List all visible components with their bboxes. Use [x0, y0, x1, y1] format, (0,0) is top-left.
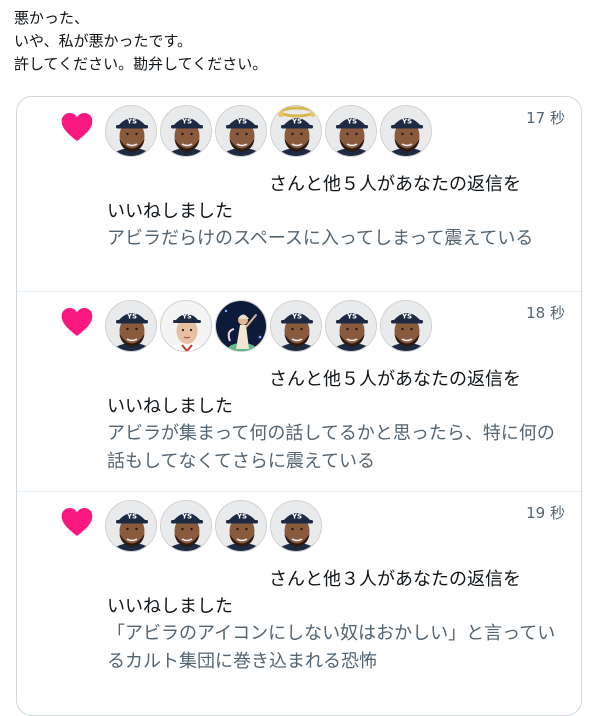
svg-text:YS: YS	[291, 513, 302, 521]
notification-summary: さんと他５人があなたの返信を	[269, 369, 521, 390]
avatar[interactable]: YS	[380, 300, 432, 352]
young-player-avatar-image: YS	[161, 301, 211, 351]
avatar[interactable]: YS	[215, 500, 267, 552]
svg-text:YS: YS	[236, 118, 247, 126]
tweet-line: 許してください。勘弁してください。	[14, 55, 268, 73]
avatar[interactable]: YS	[105, 300, 157, 352]
tweet-line: 悪かった、	[14, 9, 90, 27]
quoted-reply-text[interactable]: アビラが集まって何の話してるかと思ったら、特に何の話もしてなくてさらに震えている	[107, 420, 567, 476]
notification-action: いいねしました	[107, 596, 233, 617]
avatar[interactable]: YS	[160, 105, 212, 157]
avila-gold-halo-avatar-image: YS	[271, 106, 321, 156]
avila-avatar-image: YS	[161, 501, 211, 551]
avila-avatar-image: YS	[106, 501, 156, 551]
avatar[interactable]: YS	[270, 105, 322, 157]
notification-summary: さんと他３人があなたの返信を	[269, 569, 521, 590]
avila-avatar-image: YS	[326, 301, 376, 351]
avatar[interactable]: YS	[215, 105, 267, 157]
avila-avatar-image: YS	[106, 106, 156, 156]
avila-avatar-image: YS	[381, 301, 431, 351]
avatar[interactable]: YS	[105, 105, 157, 157]
avila-avatar-image: YS	[216, 501, 266, 551]
avatar[interactable]: YS	[325, 105, 377, 157]
avila-avatar-image: YS	[381, 106, 431, 156]
avila-avatar-image: YS	[271, 301, 321, 351]
svg-text:YS: YS	[126, 313, 137, 321]
heart-icon	[61, 113, 93, 141]
avila-avatar-image: YS	[106, 301, 156, 351]
timestamp: 19 秒	[526, 504, 565, 522]
avatar[interactable]: YS	[325, 300, 377, 352]
tweet-line: いや、私が悪かったです。	[14, 32, 193, 50]
avatar-row: YS YS YS	[105, 500, 322, 552]
avatar[interactable]	[215, 300, 267, 352]
avatar[interactable]: YS	[270, 300, 322, 352]
avatar-row: YS YS YS	[105, 105, 432, 157]
svg-text:YS: YS	[401, 313, 412, 321]
avila-avatar-image: YS	[216, 106, 266, 156]
avila-avatar-image: YS	[326, 106, 376, 156]
quoted-reply-text[interactable]: アビラだらけのスペースに入ってしまって震えている	[107, 225, 567, 253]
notification-summary: さんと他５人があなたの返信を	[269, 174, 521, 195]
avatar[interactable]: YS	[160, 300, 212, 352]
svg-text:YS: YS	[346, 118, 357, 126]
notification-action: いいねしました	[107, 396, 233, 417]
svg-text:YS: YS	[291, 118, 302, 126]
svg-text:YS: YS	[236, 513, 247, 521]
timestamp: 18 秒	[526, 304, 565, 322]
timestamp: 17 秒	[526, 109, 565, 127]
like-notification[interactable]: YS YS YS	[17, 491, 581, 715]
avila-avatar-image: YS	[161, 106, 211, 156]
tweet-text: 悪かった、 いや、私が悪かったです。 許してください。勘弁してください。	[14, 7, 267, 76]
like-notification[interactable]: YS YS YS	[17, 97, 581, 291]
notification-action: いいねしました	[107, 201, 233, 222]
stage-performer-avatar-image	[216, 301, 266, 351]
svg-text:YS: YS	[401, 118, 412, 126]
heart-icon	[61, 508, 93, 536]
svg-text:YS: YS	[181, 313, 192, 321]
quoted-reply-text[interactable]: 「アビラのアイコンにしない奴はおかしい」と言っているカルト集団に巻き込まれる恐怖	[107, 620, 567, 676]
avatar[interactable]: YS	[105, 500, 157, 552]
avila-avatar-image: YS	[271, 501, 321, 551]
svg-text:YS: YS	[346, 313, 357, 321]
like-notification[interactable]: YS YS YS	[17, 291, 581, 491]
svg-text:YS: YS	[291, 313, 302, 321]
svg-text:YS: YS	[181, 118, 192, 126]
avatar[interactable]: YS	[160, 500, 212, 552]
svg-text:YS: YS	[126, 513, 137, 521]
svg-text:YS: YS	[126, 118, 137, 126]
svg-text:YS: YS	[181, 513, 192, 521]
avatar[interactable]: YS	[270, 500, 322, 552]
heart-icon	[61, 308, 93, 336]
avatar-row: YS YS YS	[105, 300, 432, 352]
notifications-screenshot-card: YS YS YS YS YS YS 17 秒 さんと他５人があなたの返信を いい…	[16, 96, 582, 716]
avatar[interactable]: YS	[380, 105, 432, 157]
